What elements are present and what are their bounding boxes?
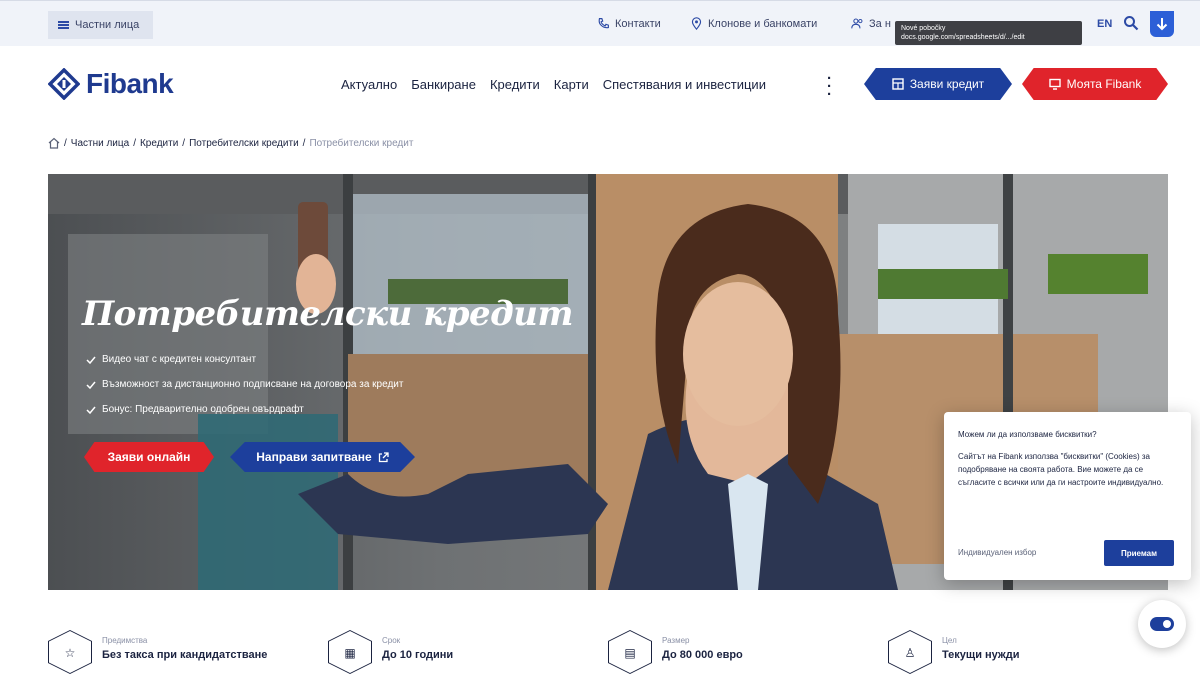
feature-hex-frame: ♙	[888, 630, 932, 674]
check-icon	[86, 406, 96, 414]
benefit-item: Възможност за дистанционно подписване на…	[86, 372, 403, 397]
phone-icon	[598, 18, 609, 29]
tooltip-title: Nové pobočky	[901, 25, 946, 32]
benefit-item: Видео чат с кредитен консултант	[86, 347, 403, 372]
breadcrumb-item-credits[interactable]: Кредити	[140, 138, 178, 149]
benefit-item: Бонус: Предварително одобрен овърдрафт	[86, 397, 403, 422]
apply-online-label: Заяви онлайн	[107, 450, 191, 464]
feature-value: До 10 години	[382, 649, 454, 661]
branches-link[interactable]: Клонове и банкомати	[690, 17, 817, 30]
calculator-icon	[892, 78, 904, 90]
feature-hex-frame: ▦	[328, 630, 372, 674]
my-fibank-button[interactable]: Моята Fibank	[1022, 68, 1168, 100]
feature-value: Текущи нужди	[942, 649, 1020, 661]
wallet-icon: ▤	[624, 646, 636, 660]
hero-benefits-list: Видео чат с кредитен консултант Възможно…	[86, 347, 403, 422]
benefit-text: Бонус: Предварително одобрен овърдрафт	[102, 404, 304, 415]
people-icon	[851, 18, 863, 29]
cookie-heading: Можем ли да използваме бисквитки?	[958, 430, 1097, 439]
feature-label: Цел	[942, 636, 957, 645]
feature-item: ▤ Размер До 80 000 евро	[608, 630, 743, 674]
monitor-icon	[1048, 78, 1061, 90]
breadcrumb-item-consumer-credits[interactable]: Потребителски кредити	[189, 138, 299, 149]
apply-credit-button[interactable]: Заяви кредит	[864, 68, 1012, 100]
segment-label: Частни лица	[75, 19, 140, 31]
feature-hex-frame: ▤	[608, 630, 652, 674]
toggle-icon	[1150, 617, 1174, 631]
breadcrumb-item-private[interactable]: Частни лица	[71, 138, 129, 149]
feature-hex-frame: ☆	[48, 630, 92, 674]
person-icon: ♙	[904, 646, 916, 660]
logo-text: Fibank	[86, 68, 174, 99]
feature-item: ♙ Цел Текущи нужди	[888, 630, 1019, 674]
star-icon: ☆	[64, 646, 76, 660]
feature-label: Размер	[662, 636, 690, 645]
nav-item-savings[interactable]: Спестявания и инвестиции	[603, 77, 766, 92]
nav-item-news[interactable]: Актуално	[341, 77, 397, 92]
fibank-logo[interactable]: Fibank	[48, 68, 174, 100]
tooltip-url: docs.google.com/spreadsheets/d/.../edit	[901, 34, 1025, 41]
cookie-individual-link[interactable]: Индивидуален избор	[958, 548, 1036, 557]
hero-title: Потребителски кредит	[82, 294, 573, 334]
cookie-body: Сайтът на Fibank използва "бисквитки" (C…	[958, 452, 1164, 487]
home-icon[interactable]	[48, 137, 60, 149]
menu-icon	[58, 21, 69, 29]
segment-menu-button[interactable]: Частни лица	[48, 11, 154, 39]
inquiry-button[interactable]: Направи запитване	[230, 442, 415, 472]
location-icon	[691, 17, 702, 30]
cookie-dialog: Можем ли да използваме бисквитки? Сайтът…	[944, 412, 1191, 580]
check-icon	[86, 356, 96, 364]
more-menu-icon[interactable]: · · ·	[827, 71, 832, 102]
apply-online-button[interactable]: Заяви онлайн	[84, 442, 214, 472]
accessibility-toggle-button[interactable]	[1138, 600, 1186, 648]
nav-item-credits[interactable]: Кредити	[490, 77, 540, 92]
apply-credit-label: Заяви кредит	[909, 77, 985, 91]
contacts-link[interactable]: Контакти	[597, 17, 661, 30]
link-tooltip: Nové pobočky docs.google.com/spreadsheet…	[895, 21, 1082, 45]
benefit-text: Видео чат с кредитен консултант	[102, 354, 257, 365]
calendar-icon: ▦	[344, 646, 356, 660]
breadcrumb-current: Потребителски кредит	[309, 137, 414, 149]
cookie-accept-button[interactable]: Приемам	[1104, 540, 1174, 566]
feature-label: Предимства	[102, 636, 148, 645]
logo-diamond-icon	[48, 68, 80, 100]
language-switch[interactable]: EN	[1097, 18, 1112, 30]
about-link[interactable]: За н	[851, 17, 891, 30]
contacts-label: Контакти	[615, 17, 661, 30]
about-label: За н	[869, 17, 891, 30]
branches-label: Клонове и банкомати	[708, 17, 818, 30]
external-link-icon	[378, 451, 389, 462]
arrow-down-icon	[1156, 18, 1168, 31]
nav-item-cards[interactable]: Карти	[554, 77, 589, 92]
check-icon	[86, 381, 96, 389]
benefit-text: Възможност за дистанционно подписване на…	[102, 379, 404, 390]
feature-item: ☆ Предимства Без такса при кандидатстване	[48, 630, 267, 674]
search-icon[interactable]	[1123, 15, 1139, 31]
top-utility-bar: Частни лица Контакти Клонове и банкомати…	[0, 0, 1200, 46]
nav-item-banking[interactable]: Банкиране	[411, 77, 476, 92]
feature-value: Без такса при кандидатстване	[102, 649, 268, 661]
my-fibank-label: Моята Fibank	[1066, 77, 1142, 91]
breadcrumb: / Частни лица / Кредити / Потребителски …	[48, 137, 413, 149]
main-nav: Актуално Банкиране Кредити Карти Спестяв…	[341, 77, 766, 92]
download-badge[interactable]	[1150, 11, 1174, 37]
inquiry-label: Направи запитване	[256, 450, 372, 464]
feature-item: ▦ Срок До 10 години	[328, 630, 453, 674]
feature-label: Срок	[382, 636, 401, 645]
feature-value: До 80 000 евро	[662, 649, 743, 661]
